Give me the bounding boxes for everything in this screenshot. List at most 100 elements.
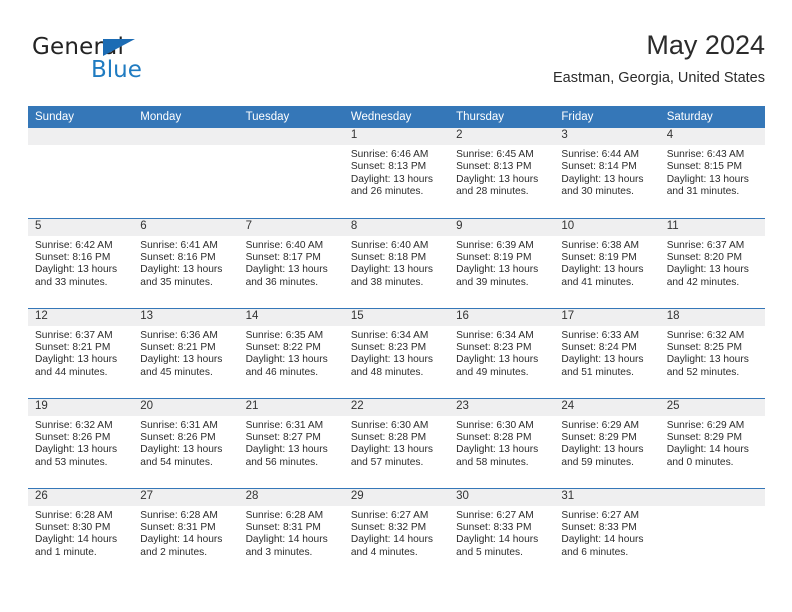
day-number: 20: [133, 398, 239, 416]
daylight-line-2: and 2 minutes.: [140, 546, 208, 558]
day-cell[interactable]: 2 Sunrise: 6:45 AM Sunset: 8:13 PM Daylight…: [449, 128, 555, 218]
day-number: 11: [659, 218, 765, 236]
day-cell[interactable]: 25 Sunrise: 6:29 AM Sunset: 8:29 PM Dayligh…: [659, 397, 765, 488]
day-cell[interactable]: 23 Sunrise: 6:30 AM Sunset: 8:28 PM Dayligh…: [449, 397, 555, 488]
daylight-line-2: and 0 minutes.: [666, 456, 734, 468]
day-cell-empty: [28, 128, 134, 218]
sunset-time: Sunset: 8:18 PM: [350, 251, 427, 263]
day-cell[interactable]: 19 Sunrise: 6:32 AM Sunset: 8:26 PM Dayligh…: [28, 397, 134, 488]
daylight-line-2: and 3 minutes.: [245, 546, 313, 558]
day-cell[interactable]: 21 Sunrise: 6:31 AM Sunset: 8:27 PM Dayligh…: [238, 397, 344, 488]
day-cell[interactable]: 15 Sunrise: 6:34 AM Sunset: 8:23 PM Dayligh…: [343, 307, 450, 398]
daylight-line-2: and 56 minutes.: [245, 456, 319, 468]
day-details: Sunrise: 6:38 AM Sunset: 8:19 PM Daylight:…: [554, 236, 659, 290]
day-cell[interactable]: 3 Sunrise: 6:44 AM Sunset: 8:14 PM Daylight…: [554, 128, 660, 218]
daylight-line-2: and 33 minutes.: [35, 276, 108, 288]
sunset-time: Sunset: 8:23 PM: [350, 341, 427, 353]
daylight-line-2: and 38 minutes.: [350, 276, 424, 288]
logo-triangle-icon: [103, 39, 135, 56]
sunrise-time: Sunrise: 6:28 AM: [140, 509, 218, 521]
sunset-time: Sunset: 8:32 PM: [350, 521, 427, 533]
daylight-line-2: and 4 minutes.: [350, 546, 418, 558]
page-title: May 2024: [646, 30, 765, 60]
day-cell[interactable]: 10 Sunrise: 6:38 AM Sunset: 8:19 PM Dayligh…: [554, 217, 660, 308]
general-blue-logo[interactable]: General Blue: [32, 34, 212, 90]
sunrise-time: Sunrise: 6:31 AM: [140, 419, 218, 431]
sunrise-time: Sunrise: 6:28 AM: [245, 509, 324, 521]
daylight-line-2: and 54 minutes.: [140, 456, 213, 468]
calendar-container: Sunday Monday Tuesday Wednesday Thursday Frid…: [28, 106, 765, 578]
day-number: 21: [238, 398, 344, 416]
day-number: 23: [449, 398, 555, 416]
day-cell[interactable]: 26 Sunrise: 6:28 AM Sunset: 8:30 PM Dayligh…: [28, 487, 134, 578]
day-cell[interactable]: 14 Sunrise: 6:35 AM Sunset: 8:22 PM Dayligh…: [238, 307, 344, 398]
daylight-line-1: Daylight: 14 hours: [245, 534, 328, 546]
logo-word-blue: Blue: [91, 57, 142, 83]
sunrise-time: Sunrise: 6:27 AM: [561, 509, 639, 521]
daylight-line-1: Daylight: 13 hours: [35, 444, 118, 456]
day-details: Sunrise: 6:32 AM Sunset: 8:25 PM Daylight:…: [660, 326, 765, 380]
day-cell[interactable]: 31 Sunrise: 6:27 AM Sunset: 8:33 PM Dayligh…: [554, 487, 660, 578]
day-cell[interactable]: 24 Sunrise: 6:29 AM Sunset: 8:29 PM Dayligh…: [554, 397, 660, 488]
daylight-line-1: Daylight: 14 hours: [456, 534, 539, 546]
day-cell[interactable]: 28 Sunrise: 6:28 AM Sunset: 8:31 PM Dayligh…: [238, 487, 344, 578]
sunset-time: Sunset: 8:27 PM: [245, 431, 321, 443]
day-number: [28, 128, 134, 145]
sunrise-time: Sunrise: 6:27 AM: [456, 509, 534, 521]
daylight-line-2: and 59 minutes.: [561, 456, 634, 468]
weekday-header-row: Sunday Monday Tuesday Wednesday Thursday Frid…: [28, 106, 765, 128]
day-number: 10: [554, 218, 660, 236]
daylight-line-1: Daylight: 13 hours: [350, 444, 433, 456]
daylight-line-2: and 48 minutes.: [350, 366, 424, 378]
sunrise-time: Sunrise: 6:39 AM: [456, 239, 534, 251]
day-details: Sunrise: 6:32 AM Sunset: 8:26 PM Daylight:…: [28, 416, 133, 470]
sunset-time: Sunset: 8:28 PM: [456, 431, 532, 443]
day-cell[interactable]: 6 Sunrise: 6:41 AM Sunset: 8:16 PM Daylight…: [133, 217, 239, 308]
day-cell[interactable]: 20 Sunrise: 6:31 AM Sunset: 8:26 PM Dayligh…: [133, 397, 239, 488]
day-cell[interactable]: 29 Sunrise: 6:27 AM Sunset: 8:32 PM Dayligh…: [343, 487, 450, 578]
day-number: 9: [449, 218, 555, 236]
day-cell[interactable]: 30 Sunrise: 6:27 AM Sunset: 8:33 PM Dayligh…: [449, 487, 555, 578]
daylight-line-2: and 35 minutes.: [140, 276, 213, 288]
daylight-line-1: Daylight: 13 hours: [245, 354, 328, 366]
sunset-time: Sunset: 8:13 PM: [456, 161, 532, 173]
sunset-time: Sunset: 8:26 PM: [35, 431, 111, 443]
day-cell[interactable]: 17 Sunrise: 6:33 AM Sunset: 8:24 PM Dayligh…: [554, 307, 660, 398]
sunrise-time: Sunrise: 6:37 AM: [35, 329, 113, 341]
daylight-line-1: Daylight: 13 hours: [456, 173, 539, 185]
sunset-time: Sunset: 8:29 PM: [666, 431, 743, 443]
day-cell-empty: [133, 128, 239, 218]
day-cell[interactable]: 18 Sunrise: 6:32 AM Sunset: 8:25 PM Dayligh…: [659, 307, 765, 398]
sunset-time: Sunset: 8:19 PM: [561, 251, 637, 263]
day-cell[interactable]: 11 Sunrise: 6:37 AM Sunset: 8:20 PM Dayligh…: [659, 217, 765, 308]
day-details: Sunrise: 6:37 AM Sunset: 8:20 PM Daylight:…: [660, 236, 765, 290]
day-cell[interactable]: 22 Sunrise: 6:30 AM Sunset: 8:28 PM Dayligh…: [343, 397, 450, 488]
day-details: Sunrise: 6:27 AM Sunset: 8:33 PM Daylight:…: [554, 506, 659, 560]
day-cell[interactable]: 8 Sunrise: 6:40 AM Sunset: 8:18 PM Daylight…: [343, 217, 450, 308]
daylight-line-1: Daylight: 13 hours: [561, 173, 644, 185]
day-cell[interactable]: 9 Sunrise: 6:39 AM Sunset: 8:19 PM Daylight…: [449, 217, 555, 308]
day-cell[interactable]: 27 Sunrise: 6:28 AM Sunset: 8:31 PM Dayligh…: [133, 487, 239, 578]
day-details: Sunrise: 6:39 AM Sunset: 8:19 PM Daylight:…: [449, 236, 554, 290]
day-details: Sunrise: 6:29 AM Sunset: 8:29 PM Daylight:…: [554, 416, 659, 470]
day-details: Sunrise: 6:34 AM Sunset: 8:23 PM Daylight:…: [344, 326, 449, 380]
day-cell[interactable]: 5 Sunrise: 6:42 AM Sunset: 8:16 PM Daylight…: [28, 217, 134, 308]
day-cell[interactable]: 12 Sunrise: 6:37 AM Sunset: 8:21 PM Dayligh…: [28, 307, 134, 398]
daylight-line-2: and 26 minutes.: [350, 186, 424, 198]
daylight-line-2: and 46 minutes.: [245, 366, 319, 378]
daylight-line-1: Daylight: 13 hours: [666, 264, 749, 276]
weekday-header-saturday: Saturday: [659, 106, 765, 128]
day-details: Sunrise: 6:29 AM Sunset: 8:29 PM Daylight:…: [660, 416, 765, 470]
day-number: 24: [554, 398, 660, 416]
day-cell[interactable]: 13 Sunrise: 6:36 AM Sunset: 8:21 PM Dayligh…: [133, 307, 239, 398]
weekday-header-tuesday: Tuesday: [238, 106, 344, 128]
day-number: 18: [659, 308, 765, 326]
sunrise-time: Sunrise: 6:30 AM: [350, 419, 429, 431]
day-cell[interactable]: 7 Sunrise: 6:40 AM Sunset: 8:17 PM Daylight…: [238, 217, 344, 308]
day-number: 26: [28, 488, 134, 506]
day-cell[interactable]: 16 Sunrise: 6:34 AM Sunset: 8:23 PM Dayligh…: [449, 307, 555, 398]
day-cell[interactable]: 4 Sunrise: 6:43 AM Sunset: 8:15 PM Daylight…: [659, 128, 765, 218]
sunset-time: Sunset: 8:21 PM: [140, 341, 216, 353]
day-cell[interactable]: 1 Sunrise: 6:46 AM Sunset: 8:13 PM Daylight…: [343, 128, 450, 218]
sunrise-time: Sunrise: 6:41 AM: [140, 239, 218, 251]
